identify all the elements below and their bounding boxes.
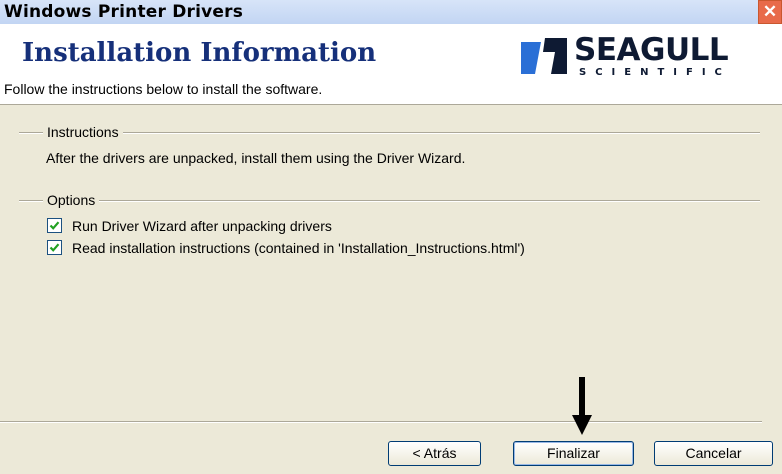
read-instructions-label[interactable]: Read installation instructions (containe…	[72, 240, 525, 256]
cancel-button[interactable]: Cancelar	[654, 441, 773, 466]
read-instructions-checkbox[interactable]	[47, 240, 62, 255]
back-button[interactable]: < Atrás	[388, 441, 481, 466]
options-divider	[19, 200, 760, 202]
checkmark-icon	[49, 221, 60, 230]
checkmark-icon	[49, 243, 60, 252]
options-group-label: Options	[43, 192, 100, 208]
logo-text: SEAGULL	[574, 32, 729, 68]
instructions-group-label: Instructions	[43, 124, 123, 140]
finish-button[interactable]: Finalizar	[513, 441, 634, 466]
run-wizard-checkbox[interactable]	[47, 218, 62, 233]
title-bar: Windows Printer Drivers ✕	[0, 0, 782, 24]
page-title: Installation Information	[22, 38, 377, 68]
window-title: Windows Printer Drivers	[4, 2, 244, 22]
instructions-text: After the drivers are unpacked, install …	[46, 150, 466, 166]
logo-subtext: SCIENTIFIC	[579, 67, 731, 78]
close-button[interactable]: ✕	[758, 0, 782, 24]
page-subtitle: Follow the instructions below to install…	[4, 81, 323, 97]
footer-divider	[0, 421, 762, 423]
seagull-logo: SEAGULL SCIENTIFIC	[521, 32, 782, 84]
down-arrow-icon	[572, 377, 592, 435]
run-wizard-label[interactable]: Run Driver Wizard after unpacking driver…	[72, 218, 332, 234]
header-panel: Installation Information Follow the inst…	[0, 24, 782, 105]
instructions-divider	[19, 132, 760, 134]
seagull-mark-icon	[521, 38, 567, 74]
